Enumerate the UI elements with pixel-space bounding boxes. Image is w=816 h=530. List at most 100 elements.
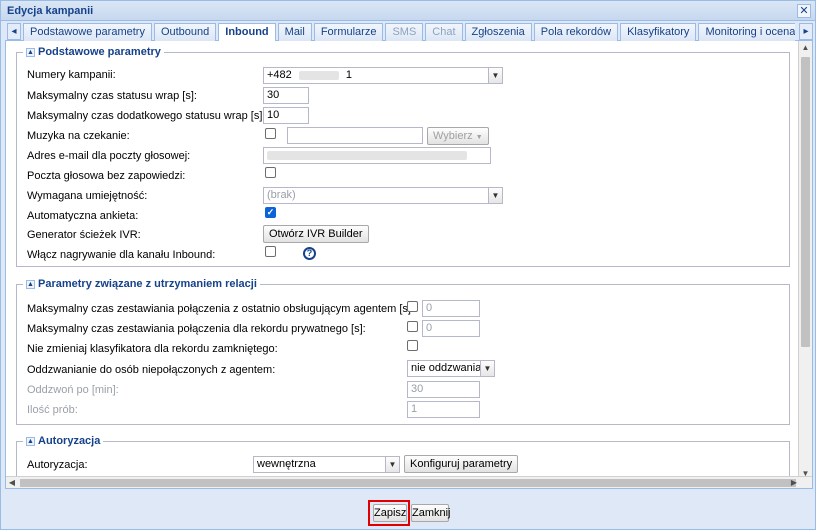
help-icon[interactable]: ? — [303, 247, 316, 260]
chevron-down-icon: ▼ — [475, 134, 483, 141]
voicemail-email-label: Adres e-mail dla poczty głosowej: — [27, 150, 191, 162]
tab-klasyfikatory[interactable]: Klasyfikatory — [620, 23, 697, 41]
attempts-value: 1 — [411, 403, 418, 415]
last-agent-time-checkbox[interactable] — [407, 301, 418, 312]
extra-wrap-time-value: 10 — [267, 109, 280, 121]
attempts-field[interactable]: 1 ▲▼ — [407, 401, 480, 418]
collapse-icon[interactable]: ▲ — [26, 279, 35, 289]
scroll-left-icon[interactable]: ◀ — [6, 477, 18, 488]
horizontal-scrollbar[interactable]: ◀ ▶ — [6, 476, 812, 488]
wrap-time-label: Maksymalny czas statusu wrap [s]: — [27, 90, 197, 102]
tab-inbound[interactable]: Inbound — [218, 23, 276, 41]
chevron-down-icon[interactable]: ▼ — [488, 68, 502, 83]
campaign-numbers-prefix: +482 — [267, 69, 292, 81]
tab-sms[interactable]: SMS — [385, 23, 424, 41]
record-inbound-checkbox[interactable] — [265, 246, 276, 257]
window-titlebar: Edycja kampanii ✕ — [1, 1, 815, 21]
last-agent-time-field[interactable]: 0 ▲▼ — [422, 300, 480, 317]
configure-parameters-button[interactable]: Konfiguruj parametry — [404, 455, 519, 473]
basic-parameters-legend: ▲ Podstawowe parametry — [23, 46, 164, 58]
close-button[interactable]: Zamknij — [411, 504, 451, 522]
tab-content-inbound: ▲ Podstawowe parametry Numery kampanii: +… — [5, 41, 813, 489]
private-record-time-field[interactable]: 0 ▲▼ — [422, 320, 480, 337]
tab-bar: ◂ Podstawowe parametry Outbound Inbound Mai… — [5, 21, 813, 41]
ivr-generator-label: Generator ścieżek IVR: — [27, 229, 141, 241]
tab-pola-rekordów[interactable]: Pola rekordów — [533, 23, 619, 41]
relation-parameters-title: Parametry związane z utrzymaniem relacji — [38, 278, 257, 290]
redacted-number — [298, 70, 339, 80]
wrap-time-value: 30 — [267, 89, 280, 101]
close-icon[interactable]: ✕ — [797, 4, 811, 18]
required-skill-combo[interactable]: (brak) ▼ — [263, 187, 503, 204]
tab-outbound[interactable]: Outbound — [153, 23, 217, 41]
collapse-icon[interactable]: ▲ — [26, 436, 35, 446]
authorization-title: Autoryzacja — [38, 435, 101, 447]
dialog-footer: Zapisz Zamknij — [1, 489, 815, 529]
choose-music-button[interactable]: Wybierz ▼ — [427, 127, 489, 145]
hold-music-field[interactable] — [287, 127, 423, 144]
record-inbound-label: Włącz nagrywanie dla kanału Inbound: — [27, 249, 216, 261]
callback-after-field[interactable]: 30 ▲▼ — [407, 381, 480, 398]
open-ivr-builder-button[interactable]: Otwórz IVR Builder — [263, 225, 369, 243]
private-record-time-value: 0 — [426, 322, 433, 334]
no-change-classifier-label: Nie zmieniaj klasyfikatora dla rekordu z… — [27, 343, 278, 355]
callback-combo[interactable]: nie oddzwaniaj ▼ — [407, 360, 495, 377]
extra-wrap-time-field[interactable]: 10 ▲▼ — [263, 107, 309, 124]
chevron-down-icon[interactable]: ▼ — [488, 188, 502, 203]
tab-podstawowe-parametry[interactable]: Podstawowe parametry — [23, 23, 152, 41]
last-agent-time-value: 0 — [426, 302, 433, 314]
voicemail-email-field[interactable] — [263, 147, 491, 164]
required-skill-label: Wymagana umiejętność: — [27, 190, 148, 202]
vertical-scrollbar[interactable]: ▲ ▼ — [798, 41, 812, 481]
callback-after-label: Oddzwoń po [min]: — [27, 384, 119, 396]
auto-survey-label: Automatyczna ankieta: — [27, 210, 139, 222]
authorization-combo[interactable]: wewnętrzna ▼ — [253, 456, 400, 473]
relation-parameters-fieldset: ▲ Parametry związane z utrzymaniem relacj… — [16, 278, 790, 425]
tab-monitoring-i-ocena[interactable]: Monitoring i ocena — [698, 23, 795, 41]
last-agent-time-label: Maksymalny czas zestawiania połączenia z… — [27, 303, 415, 315]
wrap-time-field[interactable]: 30 ▲▼ — [263, 87, 309, 104]
callback-after-value: 30 — [411, 383, 424, 395]
auto-survey-checkbox[interactable]: ✓ — [265, 207, 276, 218]
private-record-time-checkbox[interactable] — [407, 321, 418, 332]
basic-parameters-title: Podstawowe parametry — [38, 46, 161, 58]
tab-scroll-right-icon[interactable]: ▸ — [799, 23, 813, 40]
tab-scroll-left-icon[interactable]: ◂ — [7, 23, 21, 40]
no-change-classifier-checkbox[interactable] — [407, 340, 418, 351]
authorization-label: Autoryzacja: — [27, 459, 88, 471]
campaign-numbers-suffix: 1 — [345, 69, 353, 81]
authorization-legend: ▲ Autoryzacja — [23, 435, 104, 447]
hold-music-checkbox[interactable] — [265, 128, 276, 139]
extra-wrap-time-label: Maksymalny czas dodatkowego statusu wrap… — [27, 110, 266, 122]
basic-parameters-fieldset: ▲ Podstawowe parametry Numery kampanii: +… — [16, 46, 790, 267]
tab-formularze[interactable]: Formularze — [313, 23, 384, 41]
hold-music-label: Muzyka na czekanie: — [27, 130, 130, 142]
scroll-up-icon[interactable]: ▲ — [799, 41, 812, 55]
private-record-time-label: Maksymalny czas zestawiania połączenia d… — [27, 323, 366, 335]
campaign-numbers-combo[interactable]: +482 1 ▼ — [263, 67, 503, 84]
required-skill-value: (brak) — [267, 189, 296, 201]
authorization-value: wewnętrzna — [257, 458, 316, 470]
scroll-right-icon[interactable]: ▶ — [788, 477, 800, 488]
horizontal-scroll-thumb[interactable] — [20, 479, 796, 487]
collapse-icon[interactable]: ▲ — [26, 47, 35, 57]
voicemail-no-announcement-label: Poczta głosowa bez zapowiedzi: — [27, 170, 186, 182]
window-title: Edycja kampanii — [7, 5, 94, 17]
chevron-down-icon[interactable]: ▼ — [480, 361, 494, 376]
choose-music-label: Wybierz — [433, 130, 473, 142]
attempts-label: Ilość prób: — [27, 404, 78, 416]
callback-label: Oddzwanianie do osób niepołączonych z ag… — [27, 364, 276, 376]
voicemail-no-announcement-checkbox[interactable] — [265, 167, 276, 178]
tab-mail[interactable]: Mail — [277, 23, 312, 41]
campaign-numbers-label: Numery kampanii: — [27, 69, 116, 81]
tab-zgłoszenia[interactable]: Zgłoszenia — [464, 23, 532, 41]
relation-parameters-legend: ▲ Parametry związane z utrzymaniem relacj… — [23, 278, 260, 290]
callback-value: nie oddzwaniaj — [411, 362, 484, 374]
campaign-edit-window: Edycja kampanii ✕ ◂ Podstawowe parametry… — [0, 0, 816, 530]
chevron-down-icon[interactable]: ▼ — [385, 457, 399, 472]
tab-chat[interactable]: Chat — [425, 23, 463, 41]
save-button[interactable]: Zapisz — [373, 504, 407, 522]
tab-strip: Podstawowe parametry Outbound Inbound Mail F… — [23, 23, 795, 41]
redacted-email — [267, 150, 467, 160]
vertical-scroll-thumb[interactable] — [801, 57, 810, 347]
